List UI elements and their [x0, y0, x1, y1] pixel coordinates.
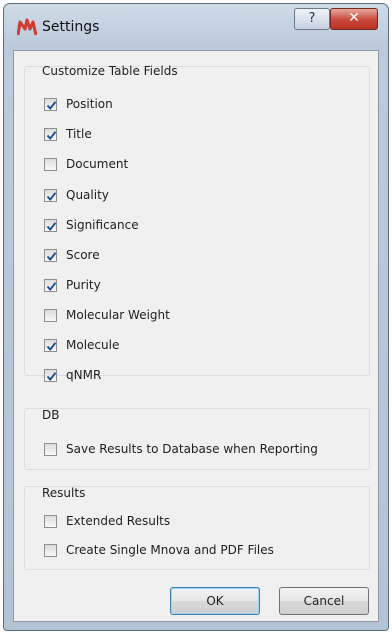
checkbox-quality[interactable]: Quality — [44, 185, 109, 205]
checkbox-box[interactable] — [44, 97, 57, 111]
checkbox-label: qNMR — [66, 368, 102, 382]
checkbox-position[interactable]: Position — [44, 94, 113, 114]
checkbox-box[interactable] — [44, 248, 57, 262]
customize-table-fields-title: Customize Table Fields — [42, 64, 178, 78]
checkbox-label: Extended Results — [66, 514, 171, 528]
checkbox-label: Score — [66, 248, 100, 262]
checkbox-title[interactable]: Title — [44, 124, 92, 144]
checkbox-box[interactable] — [44, 338, 57, 352]
checkmark-icon — [46, 130, 57, 140]
checkbox-box[interactable] — [44, 514, 57, 528]
checkbox-label: Molecular Weight — [66, 308, 170, 322]
cancel-button[interactable]: Cancel — [279, 587, 369, 615]
checkbox-label: Quality — [66, 188, 109, 202]
checkbox-box[interactable] — [44, 218, 57, 232]
checkbox-label: Purity — [66, 278, 101, 292]
checkbox-label: Molecule — [66, 338, 120, 352]
checkbox-create-single-files[interactable]: Create Single Mnova and PDF Files — [44, 540, 274, 560]
checkbox-save-results-to-database[interactable]: Save Results to Database when Reporting — [44, 439, 318, 459]
checkbox-box[interactable] — [44, 543, 57, 557]
close-button[interactable]: ✕ — [330, 8, 378, 30]
checkbox-label: Create Single Mnova and PDF Files — [66, 543, 274, 557]
checkbox-document[interactable]: Document — [44, 154, 128, 174]
checkbox-purity[interactable]: Purity — [44, 275, 101, 295]
checkbox-box[interactable] — [44, 188, 57, 202]
db-group-title: DB — [42, 408, 60, 422]
checkbox-label: Significance — [66, 218, 139, 232]
checkbox-qnmr[interactable]: qNMR — [44, 365, 101, 385]
checkmark-icon — [46, 251, 57, 261]
checkbox-label: Save Results to Database when Reporting — [66, 442, 318, 456]
checkmark-icon — [46, 191, 57, 201]
checkbox-box[interactable] — [44, 308, 57, 322]
checkbox-score[interactable]: Score — [44, 245, 100, 265]
checkmark-icon — [46, 341, 57, 351]
checkmark-icon — [46, 100, 57, 110]
checkbox-label: Position — [66, 97, 113, 111]
title-bar[interactable]: Settings ? ✕ — [4, 4, 388, 50]
checkmark-icon — [46, 371, 57, 381]
mnova-logo-icon — [17, 18, 37, 36]
checkbox-molecule[interactable]: Molecule — [44, 335, 119, 355]
checkbox-box[interactable] — [44, 442, 57, 456]
ok-button[interactable]: OK — [170, 587, 260, 615]
results-group-title: Results — [42, 486, 86, 500]
checkbox-label: Document — [66, 157, 129, 171]
checkbox-label: Title — [66, 127, 92, 141]
window-title: Settings — [42, 19, 100, 35]
checkbox-extended-results[interactable]: Extended Results — [44, 511, 170, 531]
checkmark-icon — [46, 221, 57, 231]
help-button[interactable]: ? — [294, 8, 330, 30]
checkbox-box[interactable] — [44, 127, 57, 141]
checkmark-icon — [46, 281, 57, 291]
checkbox-significance[interactable]: Significance — [44, 215, 139, 235]
checkbox-box[interactable] — [44, 278, 57, 292]
checkbox-box[interactable] — [44, 157, 57, 171]
checkbox-molecular-weight[interactable]: Molecular Weight — [44, 305, 170, 325]
checkbox-box[interactable] — [44, 368, 57, 382]
